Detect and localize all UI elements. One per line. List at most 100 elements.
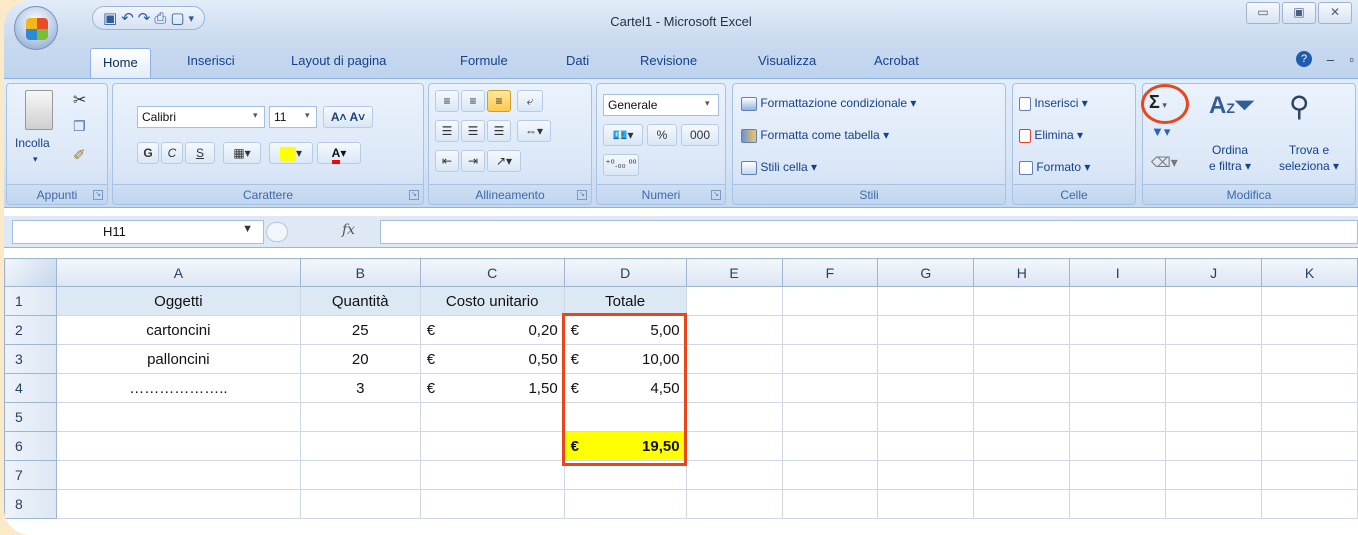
cell[interactable] (781, 373, 879, 403)
format-cells-button[interactable]: Formato ▾ (1019, 160, 1090, 175)
cell[interactable] (781, 344, 879, 374)
cell[interactable] (1261, 344, 1358, 374)
column-header-h[interactable]: H (973, 258, 1071, 287)
dialog-launcher-icon[interactable]: ↘ (577, 190, 587, 200)
cell[interactable] (299, 460, 421, 490)
cell[interactable] (1069, 344, 1167, 374)
cell[interactable] (1069, 460, 1167, 490)
cell[interactable] (1261, 489, 1358, 519)
tab-inserisci[interactable]: Inserisci (187, 53, 235, 68)
column-header-d[interactable]: D (563, 258, 687, 287)
cell[interactable] (55, 489, 301, 519)
cell-d1[interactable]: Totale (563, 286, 687, 316)
cell[interactable] (55, 460, 301, 490)
cell[interactable] (781, 315, 879, 345)
restore-button[interactable]: ▣ (1282, 2, 1316, 24)
increase-indent-icon[interactable]: ⇥ (461, 150, 485, 172)
cell[interactable] (1261, 402, 1358, 432)
cell-c4[interactable]: €1,50 (419, 373, 565, 403)
align-center-icon[interactable]: ☰ (461, 120, 485, 142)
tab-layout[interactable]: Layout di pagina (291, 53, 386, 68)
cell[interactable] (973, 489, 1071, 519)
formula-input[interactable] (380, 220, 1358, 244)
cell[interactable] (1165, 402, 1263, 432)
minimize-button[interactable]: ▭ (1246, 2, 1280, 24)
row-header[interactable]: 3 (4, 344, 57, 374)
borders-icon[interactable]: ▦▾ (223, 142, 261, 164)
cell[interactable] (877, 344, 975, 374)
cell[interactable] (55, 431, 301, 461)
cell[interactable] (685, 315, 783, 345)
cell[interactable] (1069, 402, 1167, 432)
dialog-launcher-icon[interactable]: ↘ (409, 190, 419, 200)
cell[interactable] (877, 315, 975, 345)
cell[interactable] (55, 402, 301, 432)
row-header[interactable]: 7 (4, 460, 57, 490)
currency-format-icon[interactable]: 💶▾ (603, 124, 643, 146)
cell[interactable] (973, 460, 1071, 490)
column-header-a[interactable]: A (55, 258, 301, 287)
insert-function-icon[interactable]: fx (342, 222, 355, 238)
cell[interactable] (973, 315, 1071, 345)
find-select-label[interactable]: Trova e seleziona ▾ (1267, 142, 1351, 174)
grow-shrink-font-icon[interactable]: A˄ A˅ (323, 106, 373, 128)
column-header-f[interactable]: F (781, 258, 879, 287)
cell[interactable] (419, 402, 565, 432)
delete-cells-button[interactable]: Elimina ▾ (1019, 128, 1083, 143)
font-size-dropdown-icon[interactable]: ▾ (305, 110, 310, 121)
copy-icon[interactable]: ❐ (73, 118, 86, 135)
column-header-e[interactable]: E (685, 258, 783, 287)
cut-icon[interactable]: ✂ (73, 90, 86, 110)
cell[interactable] (1165, 373, 1263, 403)
cell[interactable] (877, 489, 975, 519)
cell[interactable] (973, 286, 1071, 316)
row-header[interactable]: 4 (4, 373, 57, 403)
cell-a2[interactable]: cartoncini (55, 315, 301, 345)
find-select-icon[interactable]: ⚲ (1289, 90, 1310, 123)
cell[interactable] (299, 402, 421, 432)
cell-b4[interactable]: 3 (299, 373, 421, 403)
cell[interactable] (1261, 373, 1358, 403)
cell[interactable] (781, 489, 879, 519)
cell[interactable] (1261, 286, 1358, 316)
cell[interactable] (781, 402, 879, 432)
cell[interactable] (877, 402, 975, 432)
cell[interactable] (685, 460, 783, 490)
cell[interactable] (973, 431, 1071, 461)
increase-decimal-icon[interactable]: ⁺⁰.₀₀ ⁰⁰ (603, 154, 639, 176)
column-header-k[interactable]: K (1261, 258, 1358, 287)
align-top-icon[interactable]: ≡ (435, 90, 459, 112)
office-button[interactable] (14, 6, 58, 50)
cell[interactable] (1069, 315, 1167, 345)
number-format-dropdown-icon[interactable]: ▾ (705, 98, 710, 109)
clear-icon[interactable]: ⌫▾ (1151, 154, 1178, 171)
fill-icon[interactable]: ▼▾ (1151, 124, 1170, 140)
merge-center-icon[interactable]: ⇔▾ (517, 120, 551, 142)
format-painter-icon[interactable]: ✐ (73, 146, 86, 164)
align-left-icon[interactable]: ☰ (435, 120, 459, 142)
underline-button[interactable]: S (185, 142, 215, 164)
cell-b2[interactable]: 25 (299, 315, 421, 345)
align-middle-icon[interactable]: ≡ (461, 90, 485, 112)
help-icon[interactable]: ? (1296, 51, 1312, 67)
cell-a4[interactable]: ……………….. (55, 373, 301, 403)
tab-visualizza[interactable]: Visualizza (758, 53, 816, 68)
align-bottom-icon[interactable]: ≡ (487, 90, 511, 112)
cell[interactable] (685, 489, 783, 519)
tab-acrobat[interactable]: Acrobat (874, 53, 919, 68)
row-header[interactable]: 2 (4, 315, 57, 345)
paste-label[interactable]: Incolla (15, 136, 50, 150)
cell[interactable] (299, 489, 421, 519)
cell[interactable] (419, 460, 565, 490)
cell-a3[interactable]: palloncini (55, 344, 301, 374)
row-header[interactable]: 6 (4, 431, 57, 461)
font-dropdown-icon[interactable]: ▾ (253, 110, 258, 121)
orientation-icon[interactable]: ↗▾ (487, 150, 521, 172)
cell[interactable] (1165, 315, 1263, 345)
cell-b1[interactable]: Quantità (299, 286, 421, 316)
cell[interactable] (685, 286, 783, 316)
column-header-j[interactable]: J (1165, 258, 1263, 287)
cell[interactable] (1165, 489, 1263, 519)
cell-c3[interactable]: €0,50 (419, 344, 565, 374)
font-name-field[interactable]: Calibri (137, 106, 265, 128)
